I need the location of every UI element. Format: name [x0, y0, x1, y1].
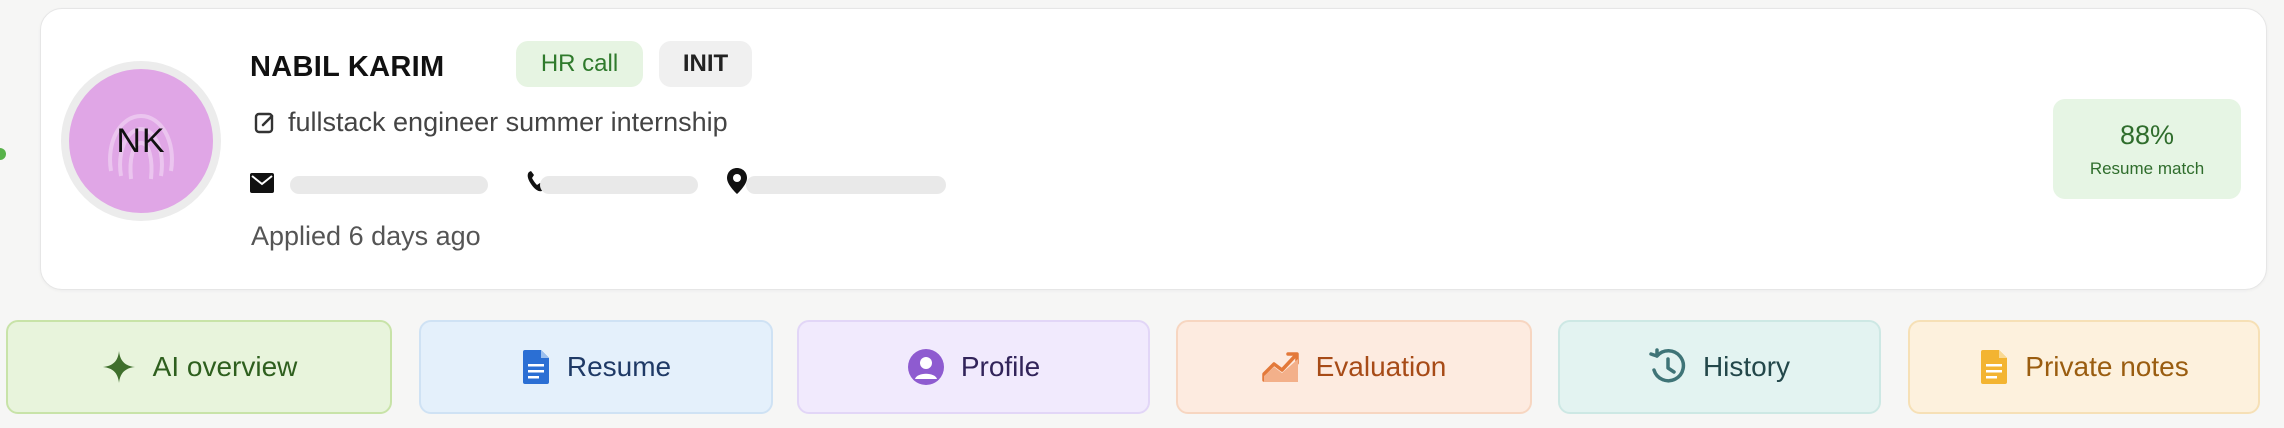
tab-history[interactable]: History: [1558, 320, 1881, 414]
status-indicator: [0, 148, 6, 160]
trend-chart-icon: [1261, 352, 1299, 382]
mail-icon: [250, 173, 274, 193]
status-badge-init: INIT: [659, 41, 752, 87]
email-redacted: [290, 176, 488, 194]
applied-date: Applied 6 days ago: [251, 221, 481, 251]
location-redacted: [746, 176, 946, 194]
edit-square-icon: [254, 112, 274, 133]
job-title: fullstack engineer summer internship: [288, 107, 728, 137]
tab-label: AI overview: [152, 351, 298, 382]
tab-private-notes[interactable]: Private notes: [1908, 320, 2260, 414]
history-clock-icon: [1649, 348, 1685, 383]
tab-label: Profile: [960, 351, 1041, 382]
candidate-card: NK NABIL KARIM HR call INIT fullstack en…: [40, 8, 2267, 290]
tab-ai-overview[interactable]: AI overview: [6, 320, 392, 414]
stage-badge-hr-call[interactable]: HR call: [516, 41, 643, 87]
resume-match-badge: 88% Resume match: [2053, 99, 2241, 199]
job-title-row: fullstack engineer summer internship: [254, 107, 728, 138]
sparkle-icon: [102, 351, 135, 383]
phone-redacted: [540, 176, 698, 194]
tab-evaluation[interactable]: Evaluation: [1176, 320, 1532, 414]
notes-document-icon: [1981, 350, 2008, 384]
location-pin-icon: [727, 168, 747, 194]
candidate-name: NABIL KARIM: [250, 51, 445, 83]
user-circle-icon: [907, 349, 944, 385]
tab-label: History: [1702, 351, 1791, 382]
tab-profile[interactable]: Profile: [797, 320, 1150, 414]
match-label: Resume match: [2089, 158, 2205, 178]
tab-resume[interactable]: Resume: [419, 320, 773, 414]
tab-label: Private notes: [2025, 351, 2189, 382]
avatar: NK: [61, 61, 221, 221]
match-percent: 88%: [2119, 119, 2175, 150]
document-icon: [522, 350, 549, 384]
tab-label: Resume: [566, 351, 672, 382]
tab-label: Evaluation: [1315, 351, 1447, 382]
avatar-initials: NK: [116, 121, 166, 160]
